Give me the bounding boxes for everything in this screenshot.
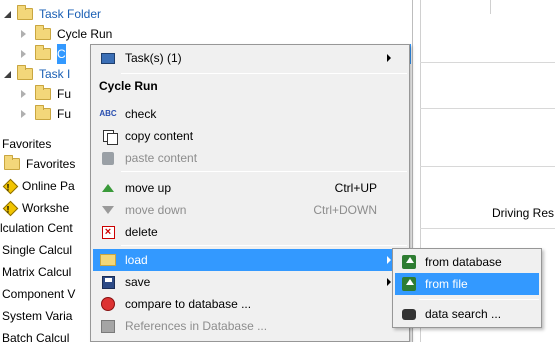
submenu-arrow-icon <box>387 256 391 264</box>
submenu-arrow-icon <box>387 278 391 286</box>
column-label-driving-res: Driving Res <box>492 206 555 220</box>
folder-icon <box>17 65 33 80</box>
menu-item-references[interactable]: References in Database ... <box>93 315 407 337</box>
arrow-up-icon <box>102 184 114 192</box>
compare-icon <box>101 297 115 311</box>
submenu-arrow-icon <box>387 54 391 62</box>
database-icon <box>402 255 416 269</box>
submenu-item-from-database[interactable]: from database <box>395 251 539 273</box>
menu-separator <box>419 299 539 300</box>
nav-matrix-calc[interactable]: Matrix Calcul <box>2 262 71 282</box>
tree-node-task-folder[interactable]: Task Folder <box>2 4 101 24</box>
tree-node-task-2[interactable]: Task I <box>2 64 70 84</box>
collapsed-arrow-icon[interactable] <box>21 110 26 118</box>
grid-line <box>420 108 555 109</box>
menu-separator <box>121 73 407 74</box>
expanded-arrow-icon[interactable] <box>4 70 11 78</box>
warning-icon <box>2 200 19 216</box>
expanded-arrow-icon[interactable] <box>4 10 11 18</box>
menu-item-paste-content[interactable]: paste content <box>93 147 407 169</box>
warning-icon <box>2 178 19 194</box>
folder-icon <box>35 105 51 120</box>
menu-item-compare[interactable]: compare to database ... <box>93 293 407 315</box>
nav-single-calc[interactable]: Single Calcul <box>2 240 72 260</box>
menu-separator <box>121 171 407 172</box>
tree-node-label: Fu <box>57 107 72 121</box>
nav-favorites[interactable]: Favorites <box>2 154 75 174</box>
shortcut-label: Ctrl+DOWN <box>313 203 377 217</box>
tree-node-selected[interactable]: C <box>18 44 66 64</box>
monitor-icon <box>101 52 115 64</box>
load-submenu: from database from file data search ... <box>392 248 542 328</box>
tree-node-label: Task Folder <box>39 7 102 21</box>
file-icon <box>402 277 416 291</box>
menu-item-save[interactable]: save <box>93 271 407 293</box>
menu-item-move-down[interactable]: move down Ctrl+DOWN <box>93 199 407 221</box>
nav-online-pa[interactable]: Online Pa <box>2 176 75 196</box>
section-calculation-center: lculation Cent <box>0 221 73 235</box>
submenu-item-data-search[interactable]: data search ... <box>395 303 539 325</box>
context-menu: Task(s) (1) Cycle Run ABC check copy con… <box>90 44 410 342</box>
nav-batch-calc[interactable]: Batch Calcul <box>2 328 69 342</box>
menu-separator <box>121 245 407 246</box>
folder-icon <box>17 5 33 20</box>
nav-component[interactable]: Component V <box>2 284 75 304</box>
copy-icon <box>102 130 118 145</box>
menu-item-move-up[interactable]: move up Ctrl+UP <box>93 177 407 199</box>
menu-item-tasks[interactable]: Task(s) (1) <box>93 47 407 69</box>
tree-node-fu-1[interactable]: Fu <box>18 84 71 104</box>
grid-line <box>420 166 555 167</box>
grid-line <box>490 0 491 14</box>
binoculars-icon <box>402 308 416 320</box>
menu-header: Cycle Run <box>99 79 158 93</box>
nav-worksheet[interactable]: Workshe <box>2 198 69 218</box>
section-favorites-header: Favorites <box>2 137 52 151</box>
favorites-folder-icon <box>4 155 20 170</box>
grid-line <box>420 62 555 63</box>
paste-icon <box>102 151 114 165</box>
delete-icon: × <box>101 225 115 239</box>
tree-node-label: Task I <box>39 67 71 81</box>
references-icon <box>101 319 115 333</box>
save-icon <box>101 275 115 289</box>
collapsed-arrow-icon[interactable] <box>21 90 26 98</box>
tree-node-cycle-run[interactable]: Cycle Run <box>18 24 112 44</box>
tree-node-label: C <box>57 44 66 64</box>
submenu-item-from-file[interactable]: from file <box>395 273 539 295</box>
menu-item-check[interactable]: ABC check <box>93 103 407 125</box>
collapsed-arrow-icon[interactable] <box>21 30 26 38</box>
tree-node-label: Cycle Run <box>57 27 113 41</box>
folder-icon <box>35 85 51 100</box>
folder-open-icon <box>100 254 116 266</box>
arrow-down-icon <box>102 206 114 214</box>
shortcut-label: Ctrl+UP <box>334 181 377 195</box>
menu-item-delete[interactable]: × delete <box>93 221 407 243</box>
collapsed-arrow-icon[interactable] <box>21 50 26 58</box>
spellcheck-icon: ABC <box>99 109 117 118</box>
tree-node-fu-2[interactable]: Fu <box>18 104 71 124</box>
nav-system-vars[interactable]: System Varia <box>2 306 72 326</box>
tree-node-label: Fu <box>57 87 72 101</box>
folder-icon <box>35 25 51 40</box>
grid-line <box>420 228 555 229</box>
folder-icon <box>35 45 51 60</box>
menu-item-load[interactable]: load <box>93 249 407 271</box>
menu-item-copy-content[interactable]: copy content <box>93 125 407 147</box>
